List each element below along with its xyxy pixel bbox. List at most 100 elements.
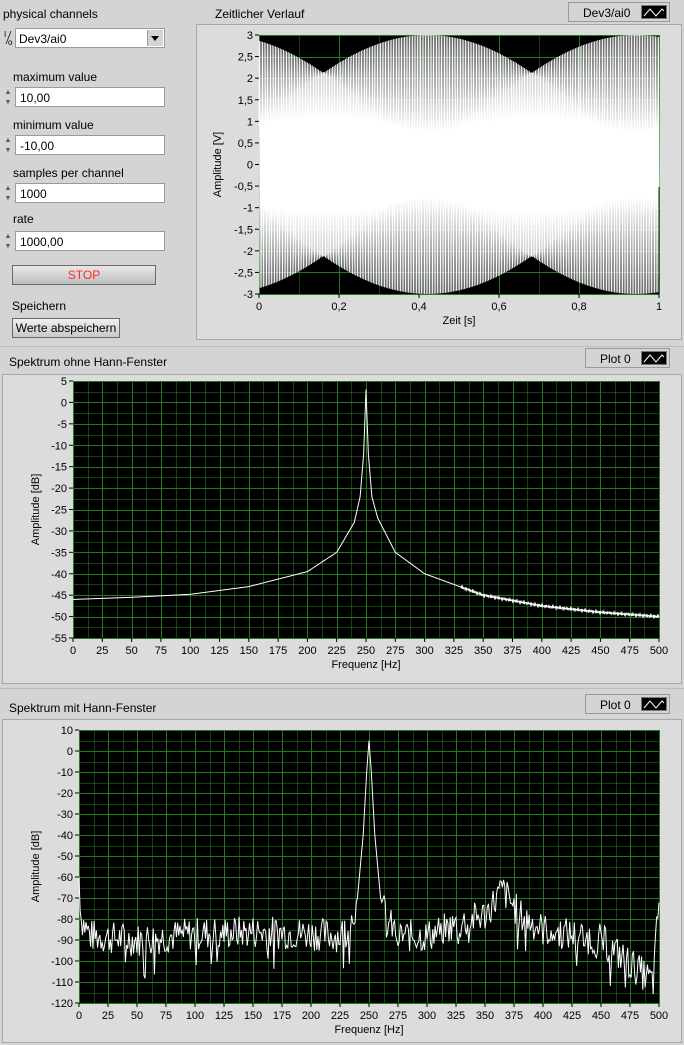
x-tick-label: 0 <box>70 645 76 657</box>
x-tick-label: 125 <box>210 645 228 657</box>
x-tick-label: 0,4 <box>411 301 426 313</box>
y-tick-label: 10 <box>61 725 73 737</box>
y-tick-label: -50 <box>57 851 73 863</box>
x-tick-label: 200 <box>302 1010 320 1022</box>
x-tick-label: 425 <box>562 645 580 657</box>
y-tick-label: -10 <box>51 440 67 452</box>
x-tick-label: 275 <box>389 1010 407 1022</box>
physical-channel-value: Dev3/ai0 <box>19 32 67 46</box>
x-axis-label: Zeit [s] <box>442 315 475 327</box>
spectrum2-svg[interactable]: 0 25 50 75 100 125 150 175 200 225 250 275 300 325 350… <box>3 720 681 1042</box>
x-tick-label: 450 <box>592 1010 610 1022</box>
y-tick-label: -45 <box>51 590 67 602</box>
spectrum1-frame: 0 25 50 75 100 125 150 175 200 225 250 275 300 325 350… <box>2 374 682 684</box>
x-tick-label: 225 <box>328 645 346 657</box>
line-style-icon <box>641 5 667 19</box>
time-graph-title: Zeitlicher Verlauf <box>215 7 305 21</box>
minimum-value-label: minimum value <box>13 118 94 132</box>
spinner-icon[interactable]: ▲ ▼ <box>3 185 13 203</box>
samples-per-channel-control[interactable]: ▲ ▼ 1000 <box>3 183 167 205</box>
y-tick-label: 0 <box>61 397 67 409</box>
line-style-icon <box>641 351 667 365</box>
x-tick-label: 50 <box>125 645 137 657</box>
x-tick-label: 500 <box>650 1010 668 1022</box>
spectrum2-legend-label: Plot 0 <box>600 698 631 712</box>
spinner-icon[interactable]: ▲ ▼ <box>3 137 13 155</box>
x-tick-label: 225 <box>331 1010 349 1022</box>
x-tick-label: 125 <box>215 1010 233 1022</box>
spinner-icon[interactable]: ▲ ▼ <box>3 89 13 107</box>
dropdown-arrow-icon[interactable] <box>147 30 163 46</box>
y-tick-label: -10 <box>57 767 73 779</box>
spectrum1-title: Spektrum ohne Hann-Fenster <box>9 355 168 369</box>
spectrum2-legend[interactable]: Plot 0 <box>585 694 670 714</box>
maximum-value-control[interactable]: ▲ ▼ 10,00 <box>3 87 167 109</box>
stop-button[interactable]: STOP <box>12 265 156 285</box>
minimum-value-control[interactable]: ▲ ▼ -10,00 <box>3 135 167 157</box>
y-tick-label: -1,5 <box>234 224 253 236</box>
y-tick-label: -120 <box>51 998 73 1010</box>
x-tick-label: 175 <box>269 645 287 657</box>
physical-channel-field[interactable]: Dev3/ai0 <box>15 28 165 48</box>
time-graph-legend[interactable]: Dev3/ai0 <box>568 2 670 22</box>
y-tick-label: -1 <box>243 203 253 215</box>
x-tick-label: 475 <box>621 645 639 657</box>
y-tick-label: -110 <box>52 977 73 989</box>
y-tick-label: 3 <box>247 30 253 42</box>
save-values-button-label: Werte abspeichern <box>15 321 117 335</box>
x-tick-label: 0 <box>76 1010 82 1022</box>
y-tick-label: 1,5 <box>238 95 253 107</box>
x-tick-label: 150 <box>240 645 258 657</box>
x-axis-label: Frequenz [Hz] <box>334 1024 403 1036</box>
x-tick-label: 275 <box>386 645 404 657</box>
save-values-button[interactable]: Werte abspeichern <box>12 318 120 338</box>
line-style-icon <box>641 697 667 711</box>
svg-text:o: o <box>8 38 13 47</box>
y-tick-label: -3 <box>243 289 253 301</box>
x-tick-label: 400 <box>534 1010 552 1022</box>
x-tick-label: 200 <box>298 645 316 657</box>
y-tick-label: -2,5 <box>234 267 253 279</box>
stop-button-label: STOP <box>67 268 101 282</box>
x-axis-label: Frequenz [Hz] <box>331 659 400 671</box>
maximum-value-field[interactable]: 10,00 <box>15 87 165 107</box>
rate-label: rate <box>13 212 34 226</box>
y-tick-label: -70 <box>57 893 73 905</box>
x-tick-label: 325 <box>445 645 463 657</box>
y-tick-label: -30 <box>51 526 67 538</box>
spectrum2-title: Spektrum mit Hann-Fenster <box>9 701 157 715</box>
spectrum1-svg[interactable]: 0 25 50 75 100 125 150 175 200 225 250 275 300 325 350… <box>3 375 681 683</box>
physical-channels-control[interactable]: Io Dev3/ai0 <box>3 28 165 48</box>
samples-per-channel-field[interactable]: 1000 <box>15 183 165 203</box>
x-tick-label: 25 <box>102 1010 114 1022</box>
maximum-value-label: maximum value <box>13 70 98 84</box>
x-tick-label: 150 <box>244 1010 262 1022</box>
x-tick-label: 25 <box>96 645 108 657</box>
y-tick-label: 5 <box>61 376 67 388</box>
rate-control[interactable]: ▲ ▼ 1000,00 <box>3 231 167 253</box>
x-tick-label: 75 <box>160 1010 172 1022</box>
spectrum2-frame: 0 25 50 75 100 125 150 175 200 225 250 275 300 325 350… <box>2 719 682 1043</box>
y-tick-label: -20 <box>57 788 73 800</box>
y-tick-label: -50 <box>51 612 67 624</box>
x-tick-label: 0,6 <box>491 301 506 313</box>
y-tick-label: -55 <box>51 633 67 645</box>
y-tick-label: -0,5 <box>234 181 253 193</box>
x-tick-label: 350 <box>476 1010 494 1022</box>
y-tick-label: -25 <box>51 505 67 517</box>
spectrum1-legend[interactable]: Plot 0 <box>585 348 670 368</box>
rate-field[interactable]: 1000,00 <box>15 231 165 251</box>
x-tick-label: 400 <box>533 645 551 657</box>
x-tick-label: 300 <box>415 645 433 657</box>
spectrum1-legend-label: Plot 0 <box>600 352 631 366</box>
minimum-value-field[interactable]: -10,00 <box>15 135 165 155</box>
time-graph-svg[interactable]: 0 0,2 0,4 0,6 0,8 1 3 2,5 2 1,5 1 0,5 0 -0,5 -1 -1,5 -2 -… <box>197 25 681 339</box>
y-tick-label: 0,5 <box>238 138 253 150</box>
y-tick-label: -80 <box>57 914 73 926</box>
x-tick-label: 500 <box>650 645 668 657</box>
spinner-icon[interactable]: ▲ ▼ <box>3 233 13 251</box>
y-tick-label: -60 <box>57 872 73 884</box>
y-tick-label: 0 <box>247 160 253 172</box>
time-graph-frame: 0 0,2 0,4 0,6 0,8 1 3 2,5 2 1,5 1 0,5 0 -0,5 -1 -1,5 -2 -… <box>196 24 682 340</box>
x-tick-label: 0 <box>256 301 262 313</box>
